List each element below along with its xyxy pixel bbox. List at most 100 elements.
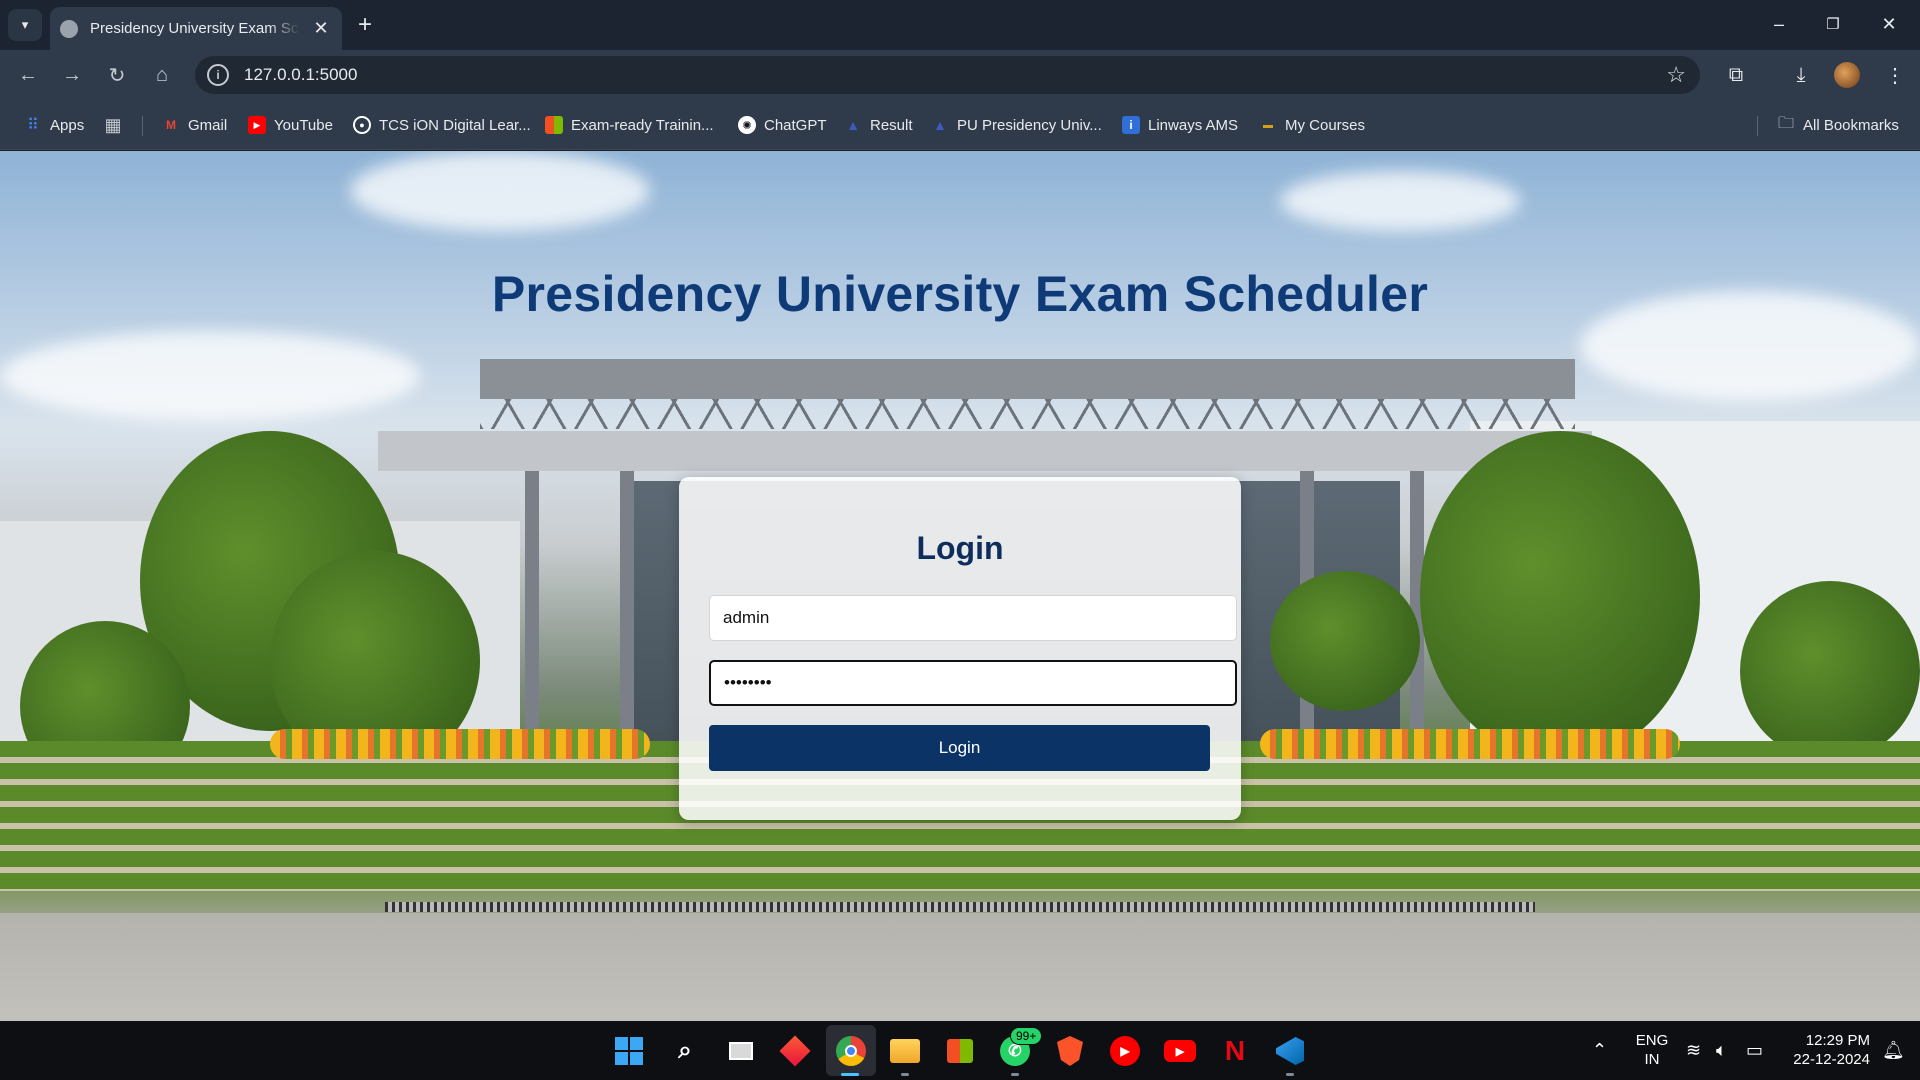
vscode-icon[interactable] [1273, 1034, 1307, 1068]
login-card: Login Login [679, 477, 1241, 820]
bookmark-my-courses[interactable]: ▬ My Courses [1259, 114, 1365, 136]
username-input[interactable] [709, 595, 1237, 641]
reload-icon[interactable]: ↻ [102, 60, 132, 90]
extensions-icon[interactable]: ⧉ [1721, 60, 1751, 90]
clock-date: 22-12-2024 [1793, 1051, 1870, 1068]
bookmark-label: Result [870, 116, 913, 134]
whatsapp-badge: 99+ [1010, 1027, 1043, 1045]
active-tab[interactable]: Presidency University Exam Scheduler ✕ [50, 7, 342, 50]
tab-groups-icon: ▦ [104, 114, 122, 135]
bookmark-linways[interactable]: i Linways AMS [1122, 114, 1238, 136]
chrome-icon[interactable] [834, 1034, 868, 1068]
presidency-icon: ▲ [933, 117, 947, 133]
search-icon[interactable]: ⌕ [668, 1034, 702, 1068]
new-tab-button[interactable]: + [352, 11, 378, 38]
bookmark-apps[interactable]: ⠿ Apps [24, 114, 84, 136]
download-icon[interactable]: ⤓ [1786, 60, 1816, 90]
bookmark-chatgpt[interactable]: ✺ ChatGPT [738, 114, 827, 136]
forward-arrow-icon[interactable]: → [57, 60, 87, 90]
drain-grate [385, 902, 1535, 912]
task-view-icon[interactable] [724, 1034, 758, 1068]
file-explorer-icon[interactable] [888, 1034, 922, 1068]
wifi-icon[interactable]: ≋ [1686, 1040, 1701, 1061]
login-button[interactable]: Login [709, 725, 1210, 771]
restore-button[interactable]: ❐ [1818, 10, 1848, 38]
globe-icon [60, 19, 78, 38]
login-heading: Login [916, 530, 1004, 566]
bookmark-label: PU Presidency Univ... [957, 116, 1102, 134]
bookmark-label: ChatGPT [764, 116, 827, 134]
bookmark-tcs-ion[interactable]: ● TCS iON Digital Lear... [353, 114, 531, 136]
language-code: ENG [1635, 1032, 1669, 1049]
back-arrow-icon[interactable]: ← [13, 60, 43, 90]
courses-icon: ▬ [1263, 119, 1273, 131]
bookmark-star-icon[interactable]: ☆ [1666, 62, 1686, 88]
chatgpt-icon: ✺ [738, 116, 756, 134]
youtube-icon[interactable]: ▶ [1163, 1034, 1197, 1068]
chevron-up-icon[interactable]: ⌃ [1592, 1040, 1607, 1061]
tab-title: Presidency University Exam Scheduler [90, 20, 300, 37]
notification-bell-icon[interactable]: 🔔︎ [1882, 1040, 1905, 1061]
microsoft-store-icon[interactable] [943, 1034, 977, 1068]
tcs-ion-icon: ● [353, 116, 371, 134]
gmail-icon: M [166, 118, 176, 132]
battery-icon[interactable]: ▭ [1746, 1040, 1763, 1061]
minimize-button[interactable]: – [1764, 10, 1794, 38]
bookmark-result[interactable]: ▲ Result [844, 114, 913, 136]
bookmark-label: Exam-ready Trainin... [571, 116, 714, 134]
bookmark-label: Linways AMS [1148, 116, 1239, 134]
canopy-truss [480, 399, 1575, 429]
volume-icon[interactable]: 🔈︎ [1716, 1040, 1727, 1061]
all-bookmarks-label: All Bookmarks [1803, 116, 1899, 134]
bookmark-exam-ready[interactable]: Exam-ready Trainin... [545, 114, 714, 136]
bookmark-pu-presidency[interactable]: ▲ PU Presidency Univ... [931, 114, 1102, 136]
windows-taskbar: ⌕ ✆ 99+ ▶ ▶ N ⌃ ENG IN ≋ 🔈︎ ▭ 12:29 PM 2… [0, 1021, 1920, 1080]
plaza [0, 913, 1920, 1021]
close-icon[interactable]: ✕ [310, 18, 332, 39]
bookmarks-bar: ⠿ Apps ▦ M Gmail ▶ YouTube ● TCS iON Dig… [0, 100, 1920, 150]
bookmark-label: Gmail [188, 116, 228, 134]
profile-avatar[interactable] [1834, 62, 1860, 88]
canopy-roof [480, 359, 1575, 399]
bookmark-separator [142, 116, 143, 136]
linways-icon: i [1122, 116, 1140, 134]
windows-start-icon[interactable] [612, 1034, 646, 1068]
address-bar[interactable]: i 127.0.0.1:5000 ☆ [195, 56, 1700, 94]
apps-grid-icon: ⠿ [27, 117, 39, 134]
password-input[interactable] [709, 660, 1237, 706]
tab-search-button[interactable]: ▾ [8, 9, 42, 41]
bookmark-label: YouTube [274, 116, 333, 134]
home-icon[interactable]: ⌂ [147, 60, 177, 90]
bookmark-tab-groups[interactable]: ▦ [104, 114, 130, 136]
all-bookmarks-button[interactable]: 🗀 All Bookmarks [1777, 114, 1899, 136]
brave-icon[interactable] [1053, 1034, 1087, 1068]
clock-time: 12:29 PM [1805, 1032, 1870, 1049]
language-region: IN [1644, 1051, 1660, 1068]
bookmark-label: TCS iON Digital Lear... [379, 116, 531, 134]
explorer-running-indicator [901, 1073, 909, 1076]
bookmark-gmail[interactable]: M Gmail [162, 114, 227, 136]
page-title: Presidency University Exam Scheduler [491, 266, 1429, 322]
tab-strip: ▾ Presidency University Exam Scheduler ✕… [0, 0, 1920, 50]
canopy-beam [378, 431, 1592, 471]
chevron-down-icon: ▾ [21, 17, 29, 32]
app-diamond-icon[interactable] [778, 1034, 812, 1068]
window-close-button[interactable]: ✕ [1874, 10, 1904, 38]
bookmark-youtube[interactable]: ▶ YouTube [248, 114, 333, 136]
youtube-music-icon[interactable]: ▶ [1108, 1034, 1142, 1068]
microsoft-icon [545, 116, 563, 134]
language-indicator[interactable]: ENG IN [1632, 1031, 1672, 1069]
clock[interactable]: 12:29 PM 22-12-2024 [1780, 1031, 1870, 1069]
address-bar-url[interactable]: 127.0.0.1:5000 [244, 65, 357, 85]
chrome-active-indicator [841, 1073, 859, 1076]
bookmark-separator [1757, 116, 1758, 136]
site-info-icon[interactable]: i [207, 64, 229, 86]
folder-icon: 🗀 [1777, 114, 1794, 132]
menu-kebab-icon[interactable]: ⋮ [1880, 60, 1910, 90]
vscode-running-indicator [1286, 1073, 1294, 1076]
result-icon: ▲ [846, 117, 860, 133]
whatsapp-running-indicator [1011, 1073, 1019, 1076]
netflix-icon[interactable]: N [1218, 1034, 1252, 1068]
youtube-icon: ▶ [248, 116, 266, 134]
bookmark-label: Apps [50, 116, 85, 134]
